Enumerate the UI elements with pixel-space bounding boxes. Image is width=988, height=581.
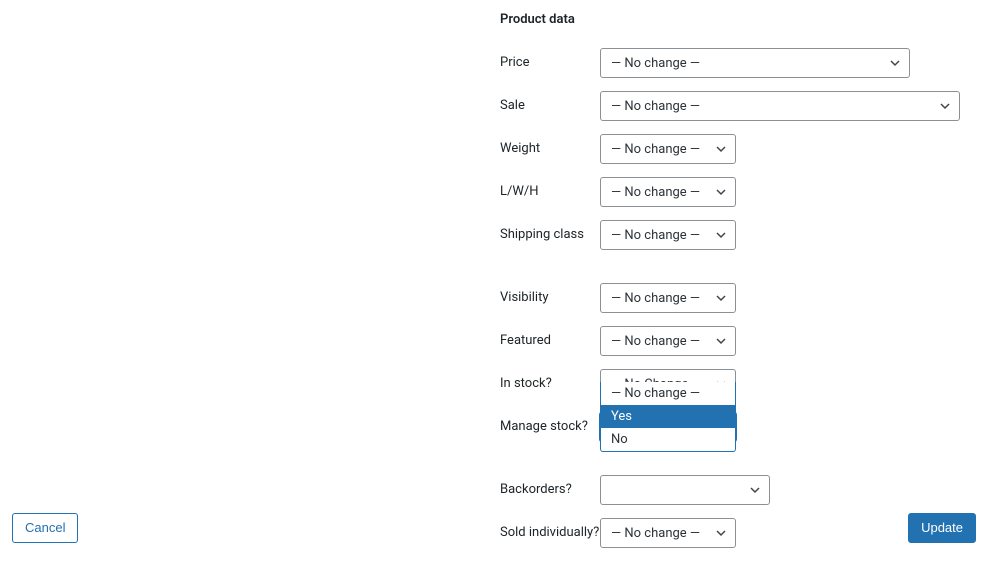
- select-lwh[interactable]: — No change —: [600, 177, 736, 207]
- cancel-button[interactable]: Cancel: [12, 513, 78, 543]
- label-visibility: Visibility: [500, 283, 600, 307]
- chevron-down-icon: [715, 229, 727, 241]
- row-lwh: L/W/H — No change —: [500, 177, 960, 207]
- select-visibility[interactable]: — No change —: [600, 283, 736, 313]
- manage-stock-option-no-change[interactable]: — No change —: [601, 382, 735, 405]
- section-title: Product data: [500, 12, 575, 27]
- chevron-down-icon: [715, 335, 727, 347]
- label-price: Price: [500, 48, 600, 72]
- row-backorders: Backorders?: [500, 475, 960, 505]
- label-weight: Weight: [500, 134, 600, 158]
- manage-stock-option-yes[interactable]: Yes: [601, 405, 735, 428]
- footer: Cancel Update: [0, 513, 988, 543]
- select-shipping-class[interactable]: — No change —: [600, 220, 736, 250]
- select-sale[interactable]: — No change —: [600, 91, 960, 121]
- row-featured: Featured — No change —: [500, 326, 960, 356]
- chevron-down-icon: [715, 292, 727, 304]
- manage-stock-dropdown[interactable]: — No change — Yes No: [600, 382, 736, 452]
- manage-stock-option-no[interactable]: No: [601, 428, 735, 451]
- row-sale: Sale — No change —: [500, 91, 960, 121]
- select-shipping-class-value: — No change —: [611, 228, 700, 243]
- row-shipping-class: Shipping class — No change —: [500, 220, 960, 270]
- select-visibility-value: — No change —: [611, 291, 700, 306]
- label-in-stock: In stock?: [500, 369, 600, 393]
- select-weight-value: — No change —: [611, 142, 700, 157]
- product-data-form: Price — No change — Sale — No change — W…: [500, 48, 960, 581]
- select-sale-value: — No change —: [611, 99, 700, 114]
- label-sale: Sale: [500, 91, 600, 115]
- label-shipping-class: Shipping class: [500, 220, 600, 270]
- label-featured: Featured: [500, 326, 600, 350]
- label-backorders: Backorders?: [500, 475, 600, 499]
- select-price[interactable]: — No change —: [600, 48, 910, 78]
- chevron-down-icon: [715, 143, 727, 155]
- select-price-value: — No change —: [611, 56, 700, 71]
- row-weight: Weight — No change —: [500, 134, 960, 164]
- chevron-down-icon: [749, 484, 761, 496]
- row-price: Price — No change —: [500, 48, 960, 78]
- update-button[interactable]: Update: [908, 513, 976, 543]
- chevron-down-icon: [715, 186, 727, 198]
- chevron-down-icon: [939, 100, 951, 112]
- select-backorders[interactable]: [600, 475, 770, 505]
- select-featured[interactable]: — No change —: [600, 326, 736, 356]
- select-lwh-value: — No change —: [611, 185, 700, 200]
- select-featured-value: — No change —: [611, 334, 700, 349]
- chevron-down-icon: [889, 57, 901, 69]
- select-weight[interactable]: — No change —: [600, 134, 736, 164]
- row-visibility: Visibility — No change —: [500, 283, 960, 313]
- label-manage-stock: Manage stock?: [500, 412, 600, 462]
- label-lwh: L/W/H: [500, 177, 600, 201]
